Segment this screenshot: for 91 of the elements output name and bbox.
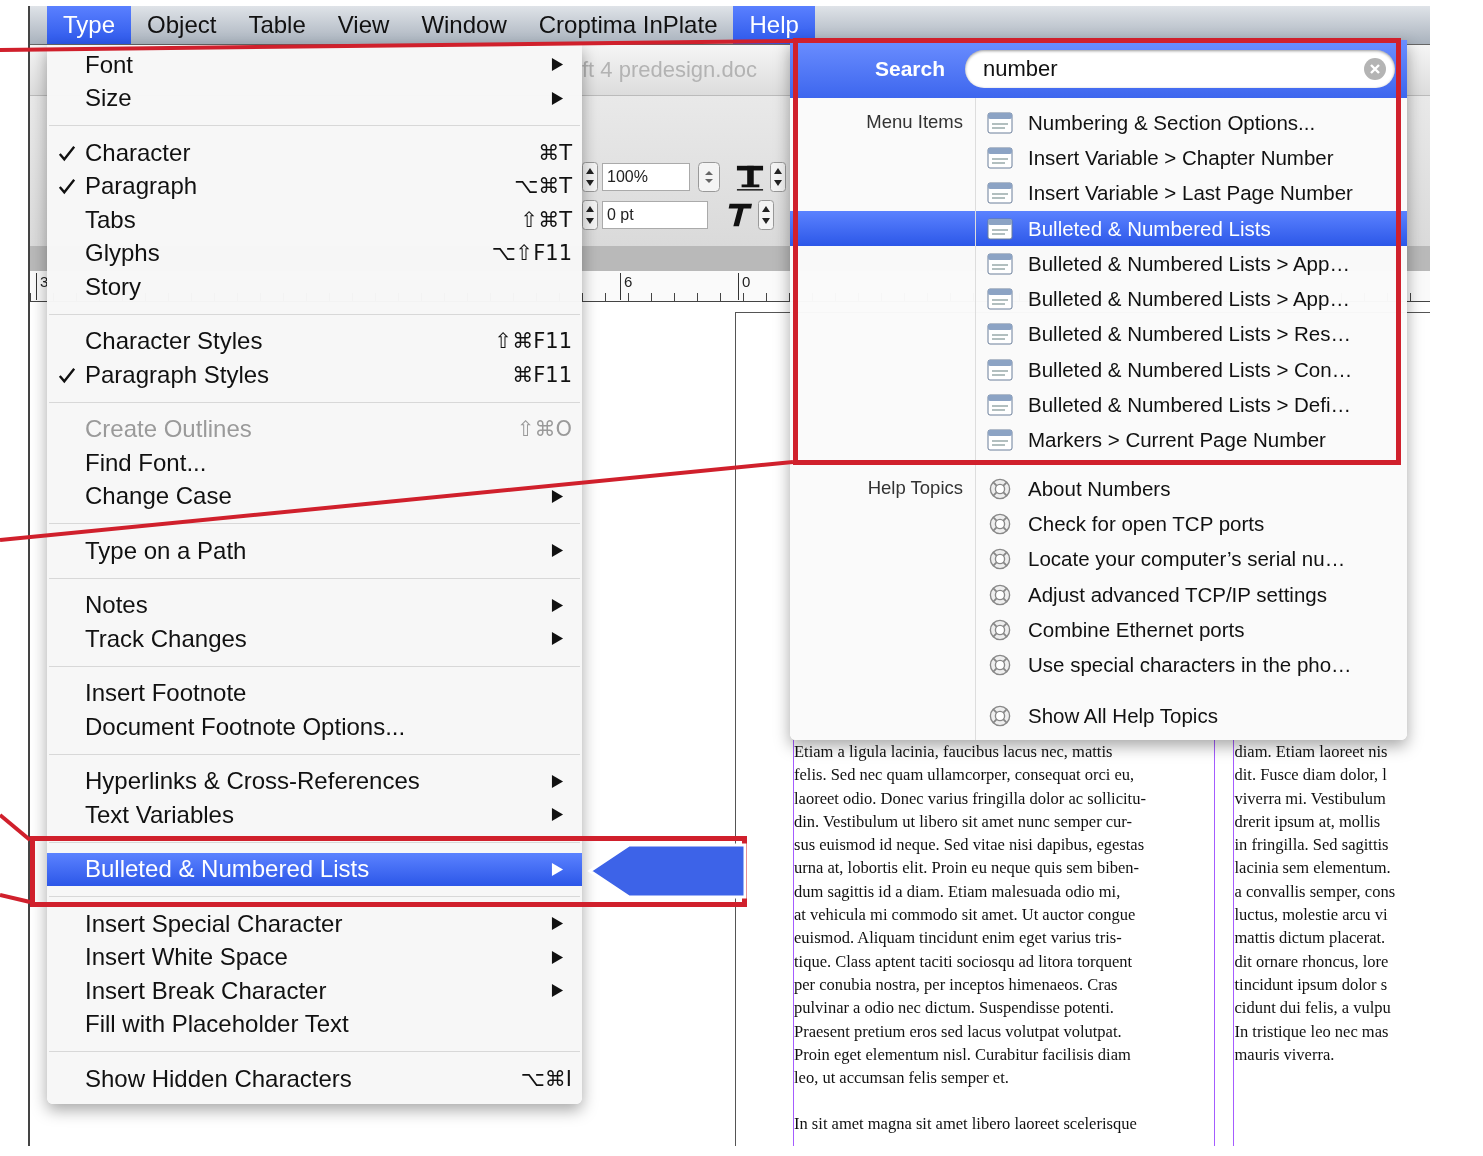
stepper[interactable]	[770, 162, 786, 192]
search-result-item[interactable]: Check for open TCP ports	[975, 506, 1407, 542]
menu-bar-item[interactable]: Croptima InPlate	[522, 6, 734, 44]
menu-item[interactable]: Insert Special Character	[47, 907, 582, 941]
menu-item[interactable]: Text Variables	[47, 798, 582, 832]
window-icon	[987, 394, 1013, 416]
window-icon	[987, 182, 1013, 205]
lifebuoy-icon	[987, 705, 1013, 728]
menu-item[interactable]: Hyperlinks & Cross-References	[47, 764, 582, 798]
tracking-field[interactable]: 100%	[602, 163, 690, 191]
search-field[interactable]: number	[965, 50, 1395, 88]
menu-item[interactable]: Change Case	[47, 479, 582, 513]
keyboard-shortcut: ⌘F11	[512, 362, 572, 387]
lifebuoy-icon	[987, 583, 1013, 606]
menu-bar-item[interactable]: Object	[131, 6, 233, 44]
menu-bar-item[interactable]: Type	[47, 6, 132, 44]
search-result-item[interactable]: Show All Help Topics	[975, 698, 1407, 735]
search-result-item[interactable]: Bulleted & Numbered Lists > Defi…	[975, 387, 1407, 423]
lifebuoy-icon	[987, 512, 1013, 535]
stepper[interactable]	[758, 200, 774, 230]
search-result-item[interactable]: Bulleted & Numbered Lists > Con…	[975, 352, 1407, 388]
keyboard-shortcut: ⌘T	[538, 140, 572, 165]
menu-item[interactable]: Document Footnote Options...	[47, 710, 582, 744]
search-result-item[interactable]: Combine Ethernet ports	[975, 612, 1407, 648]
leader-line	[0, 893, 31, 904]
menu-item[interactable]: Story	[47, 270, 582, 304]
baseline-field[interactable]: 0 pt	[602, 201, 708, 229]
search-result-item[interactable]: Markers > Current Page Number	[975, 422, 1407, 458]
dropdown-arrows-icon[interactable]	[698, 162, 720, 192]
menu-item[interactable]: Paragraph Styles ⌘F11	[47, 358, 582, 392]
menu-item[interactable]: Size	[47, 81, 582, 115]
menu-item[interactable]: Tabs ⇧⌘T	[47, 203, 582, 237]
menu-item[interactable]: Bulleted & Numbered Lists	[47, 852, 582, 886]
keyboard-shortcut: ⇧⌘O	[516, 417, 572, 442]
keyboard-shortcut: ⌥⇧F11	[491, 241, 572, 266]
ruler-label: 0	[738, 273, 751, 300]
leader-line	[0, 813, 32, 842]
menu-item[interactable]: Glyphs ⌥⇧F11	[47, 236, 582, 270]
body-paragraph: diam. Etiam laoreet nis dit. Fusce diam dolor, l viverra mi. Vestibulum drerit ipsum at, mollis in fringilla. Sed sagittis lacinia sem elementum. a convallis semper, cons luctus, molestie arcu vi mattis dictum placerat. dit ornare rhoncus, lore tincidunt ipsum dolor s cidunt dui felis, a vulpu In tristique leo nec mas mauris viverra.	[1234, 741, 1397, 1066]
menu-item[interactable]: Track Changes	[47, 622, 582, 656]
letter-t-icon[interactable]	[734, 163, 766, 191]
ruler-label: 6	[620, 273, 633, 300]
body-paragraph: Etiam a ligula lacinia, faucibus lacus nec, mattis felis. Sed nec quam ullamcorper, consequat orci eu, laoreet odio. Donec varius fringilla dolor ac sollicitu- din. Vestibulum ut libero sit amet nunc semper cur- sus euismod id neque. Sed vitae nisi dapibus, egestas urna at, lobortis elit. Proin eu neque quis sem biben- dum sagittis id a diam. Etiam malesuada odio mi, at vehicula mi commodo sit amet. Ut auctor congue euismod. Aliquam tincidunt enim eget varius tris- tique. Class aptent taciti sociosqu ad litora torquent per conubia nostra, per inceptos himenaeos. Cras pulvinar a odio nec dictum. Suspendisse potenti. Praesent pretium eros sed lacus volutpat volutpat. Proin eget elementum nisl. Curabitur facilisis diam leo, ut accumsan felis semper et.	[794, 741, 1147, 1090]
search-result-item[interactable]: Use special characters in the pho…	[975, 647, 1407, 683]
search-result-item[interactable]: Bulleted & Numbered Lists	[790, 210, 1407, 247]
search-result-item[interactable]: Bulleted & Numbered Lists > Res…	[975, 316, 1407, 353]
menu-item[interactable]: Insert Footnote	[47, 676, 582, 710]
menu-item[interactable]: Type on a Path	[47, 534, 582, 568]
search-result-item[interactable]: Adjust advanced TCP/IP settings	[975, 576, 1407, 613]
menu-item[interactable]: Notes	[47, 588, 582, 622]
search-label: Search	[873, 57, 946, 81]
keyboard-shortcut: ⇧⌘T	[520, 207, 572, 232]
search-result-item[interactable]: Locate your computer’s serial nu…	[975, 541, 1407, 577]
keyboard-shortcut: ⌥⌘I	[520, 1066, 572, 1091]
lifebuoy-icon	[987, 477, 1013, 500]
menu-item[interactable]: Paragraph ⌥⌘T	[47, 169, 582, 203]
menu-item[interactable]: Font	[47, 48, 582, 82]
search-result-item[interactable]: Insert Variable > Last Page Number	[975, 175, 1407, 211]
lifebuoy-icon	[987, 654, 1013, 677]
window-icon	[987, 217, 1013, 240]
lifebuoy-icon	[987, 618, 1013, 641]
keyboard-shortcut: ⌥⌘T	[513, 174, 572, 199]
window-icon	[987, 288, 1013, 311]
section-label: Menu Items	[866, 111, 963, 132]
section-label: Help Topics	[867, 476, 963, 498]
search-result-item[interactable]: About Numbers	[975, 470, 1407, 507]
window-icon	[987, 429, 1013, 452]
window-icon	[987, 252, 1013, 275]
menu-item[interactable]: Insert Break Character	[47, 974, 582, 1008]
lifebuoy-icon	[987, 548, 1013, 571]
menu-item[interactable]: Insert White Space	[47, 940, 582, 974]
window-icon	[987, 146, 1013, 169]
search-result-item[interactable]: Bulleted & Numbered Lists > App…	[975, 281, 1407, 317]
menu-bar-item[interactable]: Table	[232, 6, 322, 44]
window-icon	[987, 358, 1013, 381]
body-paragraph: In sit amet magna sit amet libero laoreet scelerisque	[794, 1113, 1138, 1136]
menu-item[interactable]: Character ⌘T	[47, 136, 582, 170]
window-icon	[987, 111, 1013, 134]
menu-bar-item[interactable]: Window	[405, 6, 523, 44]
menu-item[interactable]: Find Font...	[47, 446, 582, 480]
search-result-item[interactable]: Insert Variable > Chapter Number	[975, 140, 1407, 176]
search-result-item[interactable]: Numbering & Section Options...	[975, 105, 1407, 141]
menu-bar-item[interactable]: View	[321, 6, 406, 44]
menu-item[interactable]: Fill with Placeholder Text	[47, 1007, 582, 1041]
window-icon	[987, 323, 1013, 346]
search-result-item[interactable]: Bulleted & Numbered Lists > App…	[975, 246, 1407, 282]
menu-item[interactable]: Show Hidden Characters ⌥⌘I	[47, 1062, 582, 1096]
menu-item[interactable]: Character Styles ⇧⌘F11	[47, 324, 582, 358]
stepper[interactable]	[582, 162, 598, 192]
stepper[interactable]	[582, 200, 598, 230]
keyboard-shortcut: ⇧⌘F11	[494, 329, 572, 354]
